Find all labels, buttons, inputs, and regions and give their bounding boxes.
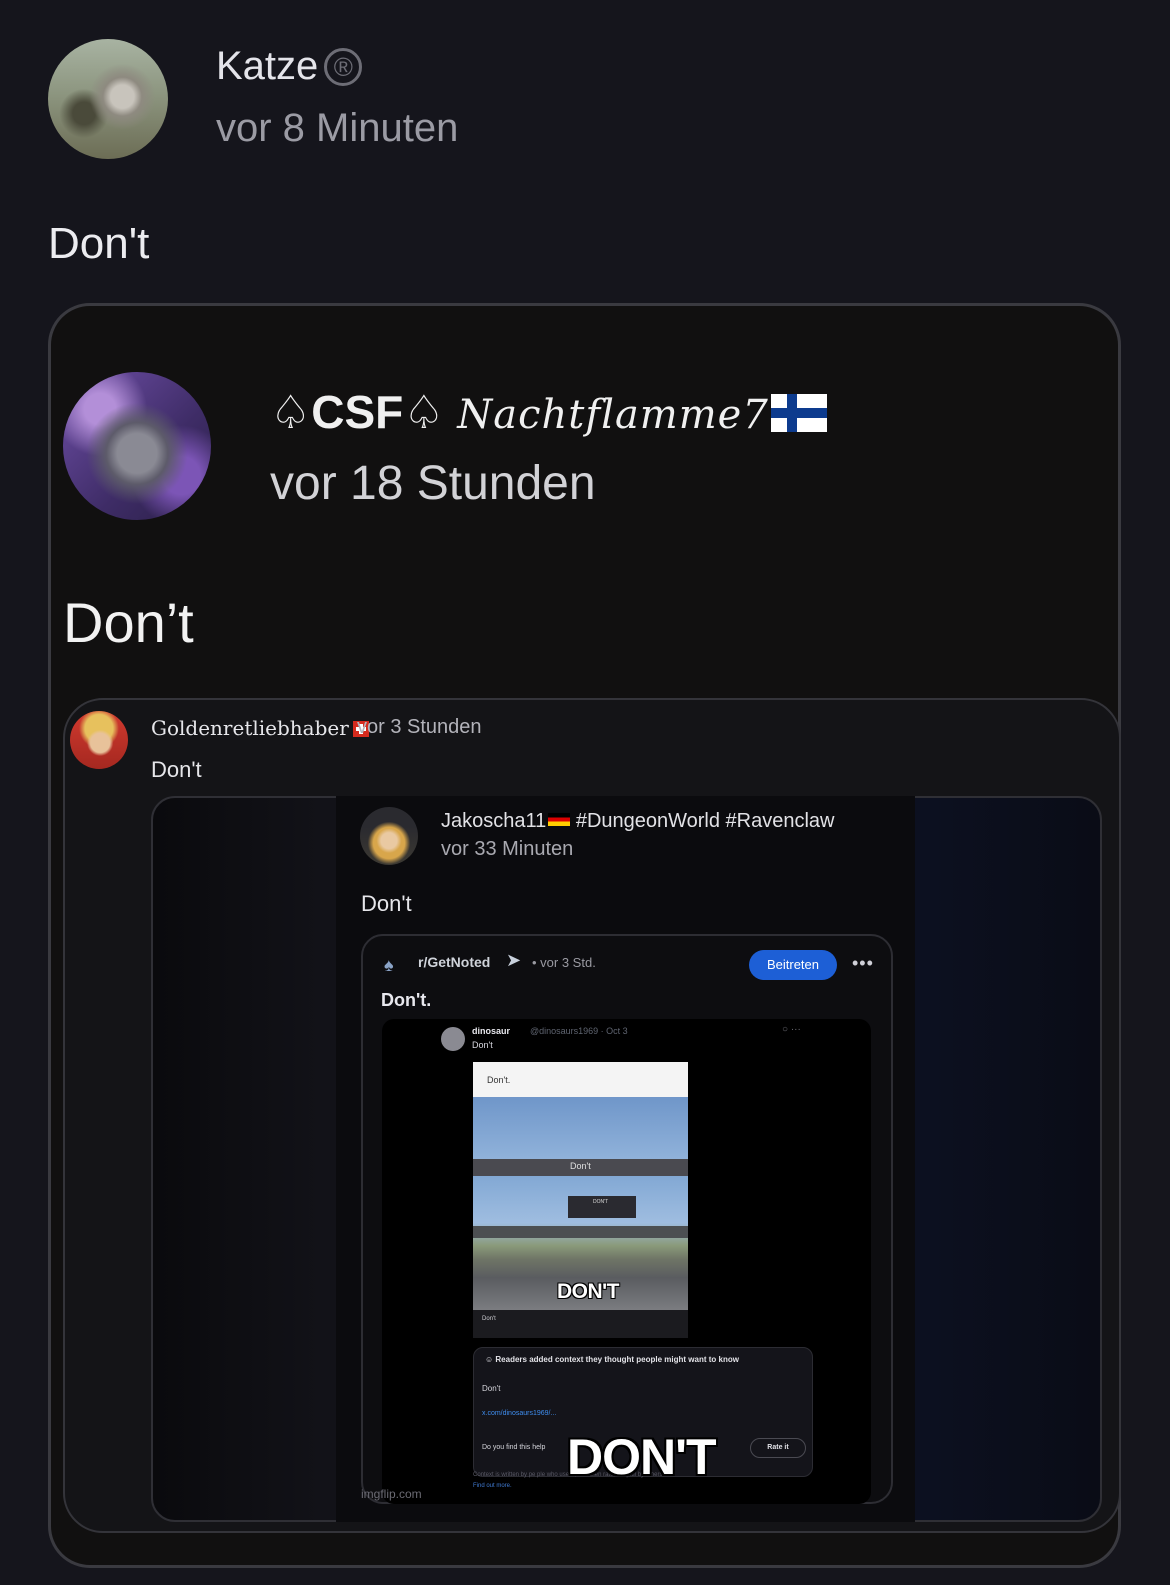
nested-author-text: Goldenretliebhaber [151, 716, 349, 740]
author-script-name: Nachtflamme7 [457, 392, 769, 438]
subreddit-icon: ♠ [384, 955, 394, 975]
nested-author-name[interactable]: Goldenretliebhaber [151, 716, 369, 740]
quoted-author-name[interactable]: ♤CSF♤ Nachtflamme7 [270, 385, 827, 439]
post-text: Don't [48, 219, 150, 268]
overpass [473, 1226, 688, 1238]
grok-icon: ○ ··· [782, 1024, 801, 1035]
screenshot-author-text: Jakoscha11 [441, 810, 547, 832]
quoted-timestamp: vor 18 Stunden [270, 457, 596, 510]
screenshot-author: Jakoscha11 #DungeonWorld #Ravenclaw [441, 810, 835, 833]
quoted-text: Don’t [63, 591, 194, 654]
screenshot-author-tags: #DungeonWorld #Ravenclaw [575, 810, 835, 832]
meme-band-text: Don't [570, 1161, 591, 1171]
avatar-csf[interactable] [63, 372, 211, 520]
tweet-text: Don't [472, 1040, 493, 1050]
tweet-handle: @dinosaurs1969 · Oct 3 [530, 1026, 628, 1036]
community-note-heading-text: Readers added context they thought peopl… [495, 1355, 739, 1364]
join-button: Beitreten [749, 950, 837, 980]
pin-icon: ➤ [506, 950, 522, 970]
meme-top-text: Don't. [487, 1075, 511, 1085]
find-out-more-link: Find out more. [473, 1483, 512, 1489]
screenshot-timestamp: vor 33 Minuten [441, 838, 574, 860]
nested-timestamp: vor 3 Stunden [357, 716, 482, 738]
community-note-text: Don't [482, 1384, 501, 1393]
rate-it-button: Rate it [750, 1438, 806, 1458]
community-note-heading: ☺ Readers added context they thought peo… [485, 1355, 739, 1364]
meme-caption: DON'T [557, 1280, 620, 1303]
screenshot-text: Don't [361, 891, 412, 916]
people-icon: ☺ [485, 1355, 496, 1364]
helpful-question: Do you find this help [482, 1444, 546, 1451]
post-timestamp: vor 8 Minuten [216, 106, 459, 150]
reddit-timestamp: • vor 3 Std. [532, 955, 596, 970]
overlay-caption: DON'T [567, 1429, 717, 1485]
germany-flag-icon [548, 813, 571, 826]
avatar-goldenretliebhaber[interactable] [70, 711, 128, 769]
more-options-icon: ••• [852, 953, 874, 973]
finland-flag-icon [770, 394, 827, 432]
nested-text: Don't [151, 757, 202, 782]
meme-bottom-bar [473, 1310, 688, 1338]
avatar-jakoscha [360, 807, 418, 865]
registered-badge: ® [324, 48, 363, 86]
author-name[interactable]: Katze ® [216, 44, 363, 89]
author-name-text: Katze [216, 44, 319, 88]
avatar-katze[interactable] [48, 39, 168, 159]
author-prefix: ♤CSF♤ [270, 386, 445, 438]
tweet-author: dinosaur [472, 1026, 511, 1036]
reddit-title: Don't. [381, 990, 432, 1010]
subreddit-name: r/GetNoted [418, 954, 491, 970]
imgflip-watermark: imgflip.com [361, 1487, 422, 1501]
tweet-avatar [441, 1027, 465, 1051]
community-note-link: x.com/dinosaurs1969/... [482, 1410, 557, 1417]
meme-sky [473, 1097, 688, 1159]
meme-bottom-text: Don't [482, 1316, 496, 1322]
billboard-text: DON'T [593, 1199, 609, 1205]
